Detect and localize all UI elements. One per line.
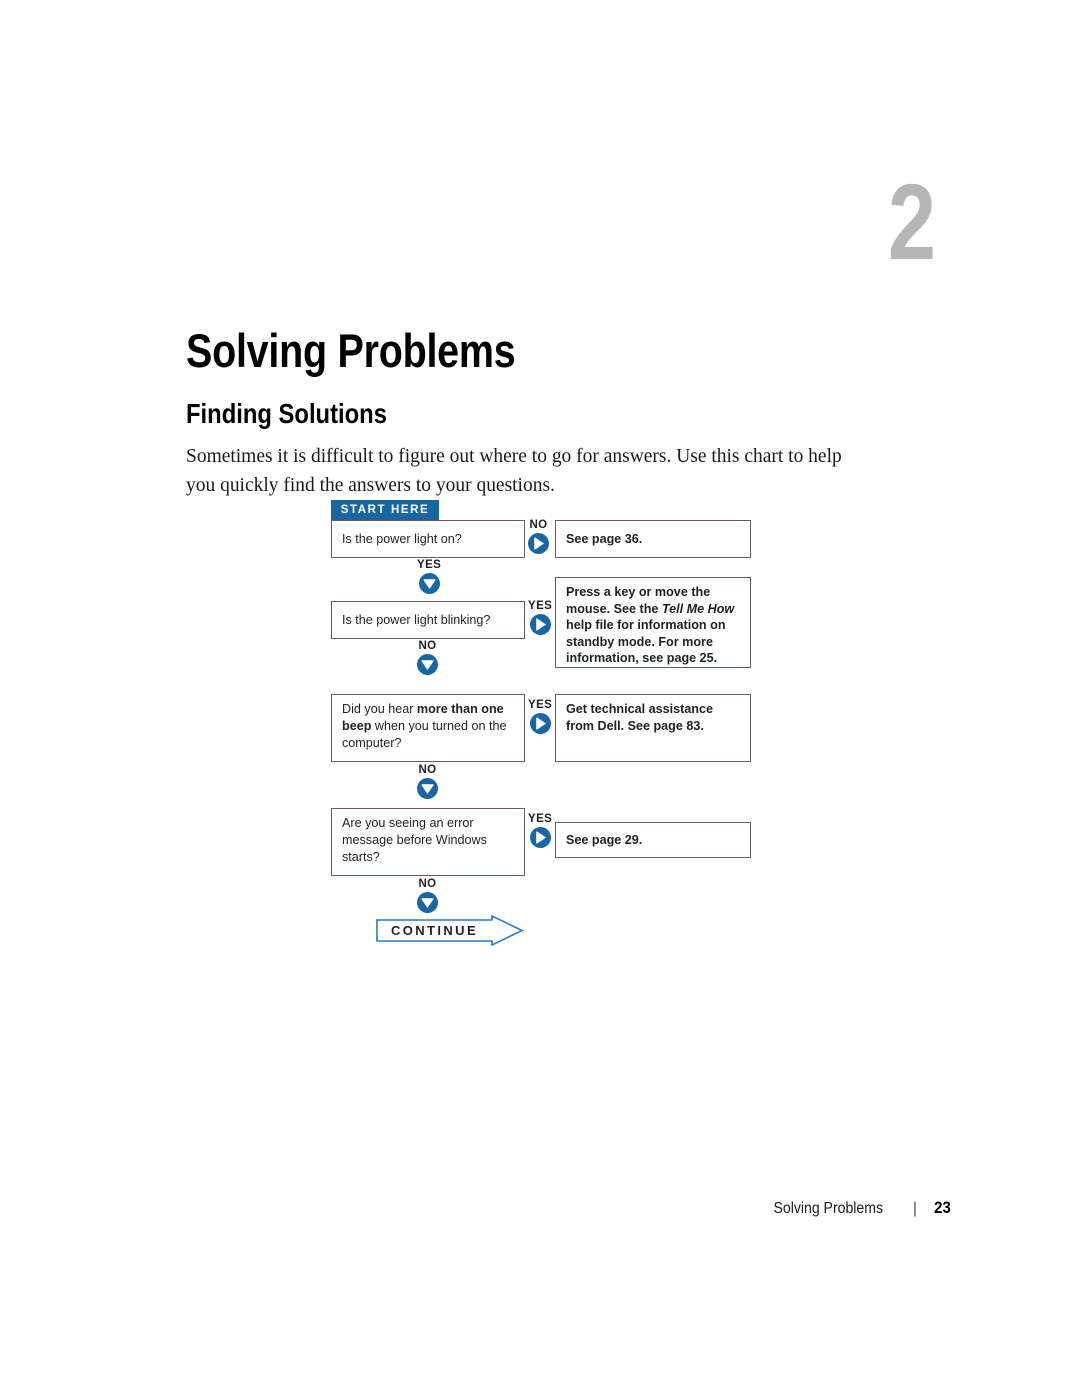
footer-section-title: Solving Problems xyxy=(773,1200,884,1217)
answer-text: See page 29. xyxy=(566,832,643,847)
question-bold-1: more than one beep xyxy=(342,702,504,733)
start-here-banner: START HERE xyxy=(331,500,439,520)
arrow-right-icon xyxy=(529,826,551,848)
answer-text: See page 36. xyxy=(566,531,643,546)
branch-label: YES xyxy=(417,559,442,571)
answer-text: Get technical assistance from Dell. See … xyxy=(566,702,713,733)
question-text: Is the power light on? xyxy=(342,531,462,546)
page-footer: Solving Problems | 23 xyxy=(0,1198,1080,1218)
continue-banner: CONTINUE xyxy=(376,915,524,946)
branch-yes-step2: YES xyxy=(528,600,553,635)
footer-separator: | xyxy=(912,1200,918,1217)
branch-label: YES xyxy=(528,699,553,711)
arrow-down-icon xyxy=(417,891,438,913)
question-text: Is the power light blinking? xyxy=(342,612,491,627)
continue-label: CONTINUE xyxy=(390,923,479,938)
footer-page-number: 23 xyxy=(934,1198,951,1217)
intro-paragraph: Sometimes it is difficult to figure out … xyxy=(186,444,842,496)
branch-label: NO xyxy=(418,878,437,890)
arrow-down-icon xyxy=(417,653,438,675)
branch-no-step3-down: NO xyxy=(417,764,438,799)
branch-label: YES xyxy=(528,600,553,612)
answer-box-standby-mode: Press a key or move the mouse. See the T… xyxy=(555,577,751,668)
branch-label: NO xyxy=(418,640,437,652)
question-box-power-light-blinking: Is the power light blinking? xyxy=(331,601,525,639)
answer-text: Press a key or move the mouse. See the T… xyxy=(566,585,735,665)
branch-no-step1: NO xyxy=(528,519,549,554)
question-box-more-than-one-beep: Did you hear more than one beep when you… xyxy=(331,694,525,762)
branch-yes-step4: YES xyxy=(528,813,553,848)
question-text: Are you seeing an error message before W… xyxy=(342,816,487,864)
troubleshooting-flowchart: START HERE Is the power light on? NO See… xyxy=(331,500,761,950)
arrow-down-icon xyxy=(417,777,438,799)
answer-box-see-page-29: See page 29. xyxy=(555,822,751,858)
arrow-down-icon xyxy=(418,572,440,594)
page-title: Solving Problems xyxy=(186,324,516,378)
branch-no-step2-down: NO xyxy=(417,640,438,675)
arrow-right-icon xyxy=(529,712,551,734)
chapter-number: 2 xyxy=(888,161,936,282)
answer-italic-title: Tell Me How xyxy=(661,601,735,616)
arrow-right-icon xyxy=(529,613,551,635)
arrow-right-icon xyxy=(528,532,549,554)
section-title: Finding Solutions xyxy=(186,398,387,430)
branch-label: NO xyxy=(418,764,437,776)
answer-box-technical-assistance: Get technical assistance from Dell. See … xyxy=(555,694,751,762)
branch-yes-step3: YES xyxy=(528,699,553,734)
branch-label: NO xyxy=(529,519,548,531)
branch-label: YES xyxy=(528,813,553,825)
answer-box-see-page-36: See page 36. xyxy=(555,520,751,558)
branch-yes-step1-down: YES xyxy=(417,559,442,594)
branch-no-step4-down: NO xyxy=(417,878,438,913)
question-text: Did you hear more than one beep when you… xyxy=(342,702,507,750)
question-box-power-light-on: Is the power light on? xyxy=(331,520,525,558)
question-box-error-message: Are you seeing an error message before W… xyxy=(331,808,525,876)
